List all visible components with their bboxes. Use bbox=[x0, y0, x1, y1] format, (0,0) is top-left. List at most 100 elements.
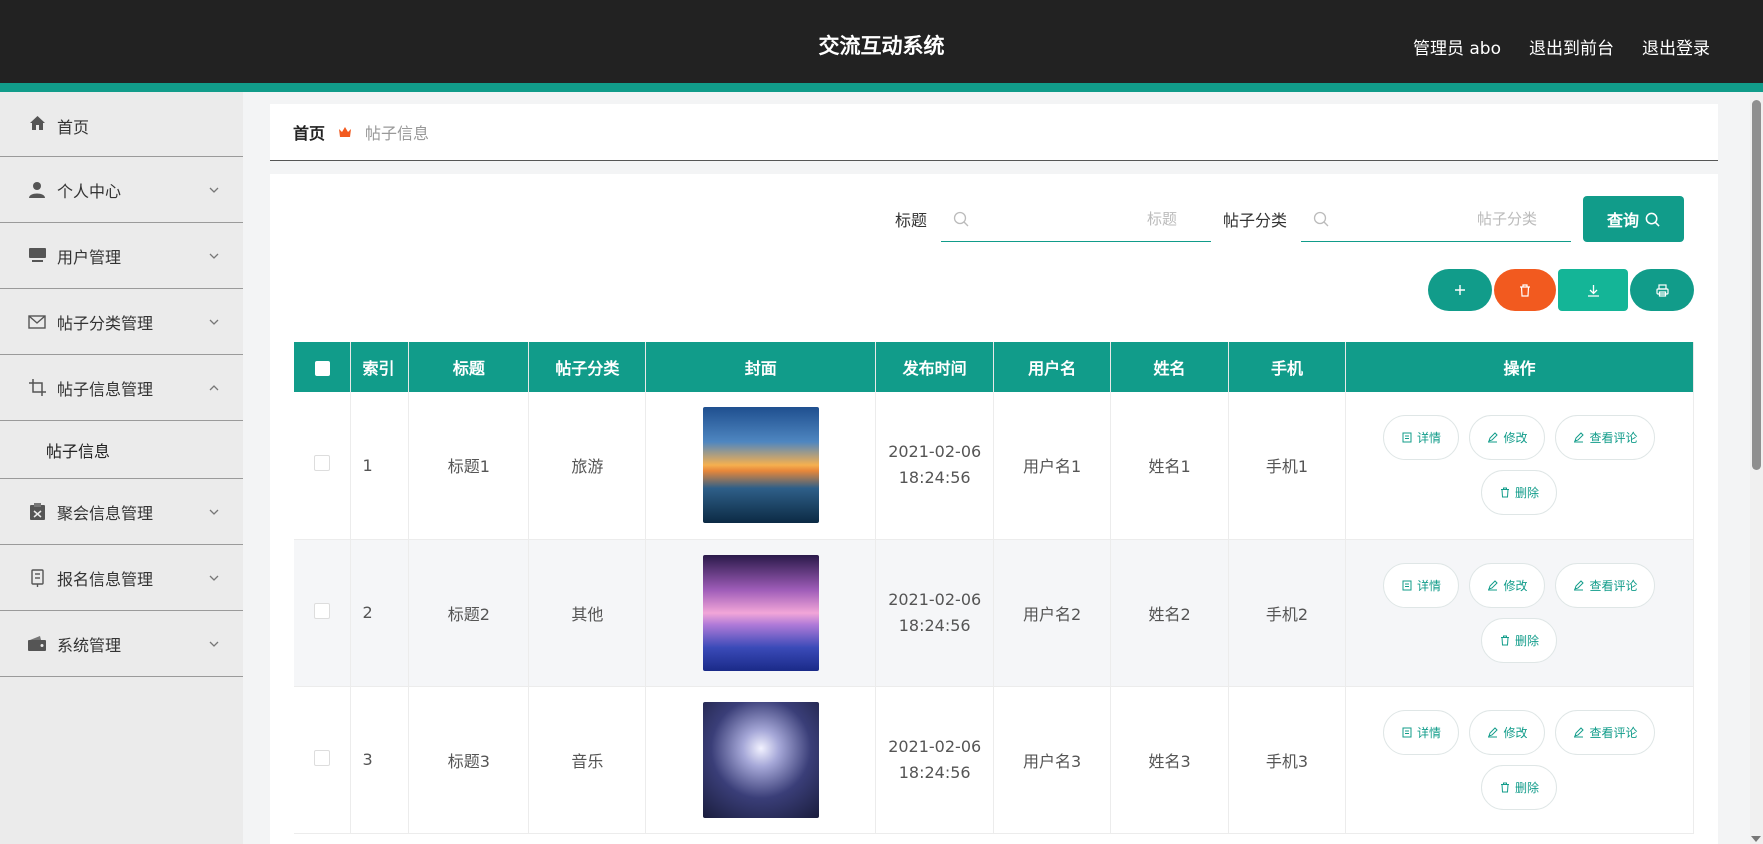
pencil-icon bbox=[1488, 432, 1499, 443]
sidebar-subitem-post-info[interactable]: 帖子信息 bbox=[0, 421, 243, 479]
table-row: 2 标题2 其他 2021-02-06 18:24:56 用户名2 姓名2 手机2… bbox=[294, 539, 1695, 687]
scroll-down-arrow-icon[interactable] bbox=[1751, 836, 1761, 842]
chevron-down-icon bbox=[209, 575, 219, 581]
download-icon bbox=[1587, 284, 1599, 297]
view-comments-label: 查看评论 bbox=[1589, 431, 1638, 446]
delete-label: 删除 bbox=[1514, 486, 1539, 501]
detail-label: 详情 bbox=[1416, 578, 1441, 593]
username-cell: 用户名3 bbox=[993, 686, 1112, 834]
publish-clock: 18:24:56 bbox=[898, 615, 971, 635]
sidebar-item-gathering-management[interactable]: 聚会信息管理 bbox=[0, 479, 243, 545]
chevron-down-icon bbox=[209, 187, 219, 193]
trash-icon bbox=[1520, 283, 1530, 297]
column-header: 帖子分类 bbox=[528, 342, 647, 392]
edit-label: 修改 bbox=[1503, 578, 1528, 593]
search-icon bbox=[1645, 212, 1660, 227]
sidebar-item-label: 聚会信息管理 bbox=[57, 503, 154, 523]
sidebar-item-user-management[interactable]: 用户管理 bbox=[0, 223, 243, 289]
delete-button[interactable]: 删除 bbox=[1481, 764, 1558, 810]
row-select-cell bbox=[294, 686, 352, 834]
trash-icon bbox=[1500, 487, 1509, 498]
detail-label: 详情 bbox=[1416, 725, 1441, 740]
sidebar-item-personal-center[interactable]: 个人中心 bbox=[0, 157, 243, 223]
cover-image bbox=[702, 407, 819, 524]
edit-button[interactable]: 修改 bbox=[1469, 562, 1546, 608]
view-comments-label: 查看评论 bbox=[1589, 725, 1638, 740]
bulk-actions bbox=[1428, 269, 1694, 311]
username-cell: 用户名1 bbox=[993, 392, 1112, 540]
detail-button[interactable]: 详情 bbox=[1383, 415, 1460, 461]
chevron-down-icon bbox=[209, 509, 219, 515]
category-search-input[interactable] bbox=[1301, 196, 1571, 241]
view-comments-button[interactable]: 查看评论 bbox=[1555, 562, 1656, 608]
sidebar-item-post-category-management[interactable]: 帖子分类管理 bbox=[0, 289, 243, 355]
phone-cell: 手机2 bbox=[1228, 539, 1346, 687]
title-search-input[interactable] bbox=[940, 196, 1211, 241]
query-button[interactable]: 查询 bbox=[1583, 196, 1684, 242]
breadcrumb-home[interactable]: 首页 bbox=[293, 120, 325, 144]
sidebar: 首页 个人中心 用户管理 帖子分类管理 帖子信息管理 帖子信息 聚会信息管理 报… bbox=[0, 92, 243, 844]
operations-cell: 详情 修改 查看评论 删除 bbox=[1345, 686, 1695, 834]
publish-date: 2021-02-06 bbox=[888, 589, 982, 609]
sidebar-item-label: 个人中心 bbox=[57, 181, 122, 201]
admin-user-link[interactable]: 管理员 abo bbox=[1413, 34, 1501, 59]
name-cell: 姓名1 bbox=[1110, 392, 1230, 540]
publish-date: 2021-02-06 bbox=[888, 442, 982, 462]
phone-cell: 手机1 bbox=[1228, 392, 1346, 540]
column-header: 发布时间 bbox=[875, 342, 995, 392]
title-cell: 标题2 bbox=[408, 539, 530, 687]
print-button[interactable] bbox=[1630, 269, 1694, 311]
column-header: 标题 bbox=[408, 342, 530, 392]
row-checkbox[interactable] bbox=[314, 749, 331, 766]
edit-button[interactable]: 修改 bbox=[1469, 709, 1546, 755]
delete-button[interactable]: 删除 bbox=[1481, 470, 1558, 516]
trash-icon bbox=[1500, 635, 1509, 645]
column-header: 封面 bbox=[645, 342, 877, 392]
operations-cell: 详情 修改 查看评论 删除 bbox=[1345, 539, 1695, 687]
chevron-up-icon bbox=[209, 384, 219, 390]
sidebar-item-system-management[interactable]: 系统管理 bbox=[0, 611, 243, 677]
breadcrumb: 首页 帖子信息 bbox=[270, 104, 1718, 161]
title-search-label: 标题 bbox=[894, 211, 927, 230]
detail-button[interactable]: 详情 bbox=[1383, 709, 1460, 755]
export-button[interactable] bbox=[1558, 269, 1628, 311]
document-icon bbox=[1402, 727, 1412, 737]
detail-button[interactable]: 详情 bbox=[1383, 562, 1460, 608]
sidebar-item-post-info-management[interactable]: 帖子信息管理 bbox=[0, 355, 243, 421]
bulk-delete-button[interactable] bbox=[1494, 269, 1556, 311]
category-cell: 音乐 bbox=[528, 686, 647, 834]
top-header: 交流互动系统 管理员 abo 退出到前台 退出登录 bbox=[0, 0, 1763, 92]
delete-label: 删除 bbox=[1514, 633, 1539, 648]
page-scrollbar[interactable] bbox=[1750, 92, 1763, 844]
back-to-frontend-link[interactable]: 退出到前台 bbox=[1529, 34, 1614, 59]
trash-icon bbox=[1500, 782, 1509, 792]
logout-link[interactable]: 退出登录 bbox=[1642, 34, 1710, 59]
pencil-icon bbox=[1488, 726, 1499, 737]
publish-time-cell: 2021-02-06 18:24:56 bbox=[875, 539, 995, 687]
row-checkbox[interactable] bbox=[314, 602, 331, 619]
view-comments-label: 查看评论 bbox=[1589, 578, 1638, 593]
publish-date: 2021-02-06 bbox=[888, 736, 982, 756]
sidebar-subitem-label: 帖子信息 bbox=[46, 441, 111, 461]
add-button[interactable] bbox=[1428, 269, 1492, 311]
crown-icon bbox=[339, 127, 352, 137]
delete-button[interactable]: 删除 bbox=[1481, 617, 1558, 663]
select-all-checkbox[interactable] bbox=[314, 360, 330, 376]
view-comments-button[interactable]: 查看评论 bbox=[1555, 415, 1656, 461]
sidebar-item-signup-management[interactable]: 报名信息管理 bbox=[0, 545, 243, 611]
title-search-field bbox=[940, 196, 1211, 242]
view-comments-button[interactable]: 查看评论 bbox=[1555, 709, 1656, 755]
header-accent-bar bbox=[0, 83, 1763, 92]
scrollbar-thumb[interactable] bbox=[1752, 100, 1761, 470]
document-icon bbox=[1402, 580, 1412, 590]
delete-label: 删除 bbox=[1514, 780, 1539, 795]
wallet-icon bbox=[28, 635, 46, 653]
mail-icon bbox=[28, 313, 46, 331]
sidebar-item-home[interactable]: 首页 bbox=[0, 92, 243, 157]
publish-time-cell: 2021-02-06 18:24:56 bbox=[875, 392, 995, 540]
header-links: 管理员 abo 退出到前台 退出登录 bbox=[1413, 34, 1710, 59]
edit-button[interactable]: 修改 bbox=[1469, 415, 1546, 461]
index-cell: 1 bbox=[350, 392, 410, 540]
row-checkbox[interactable] bbox=[314, 455, 331, 472]
cover-cell bbox=[645, 686, 877, 834]
